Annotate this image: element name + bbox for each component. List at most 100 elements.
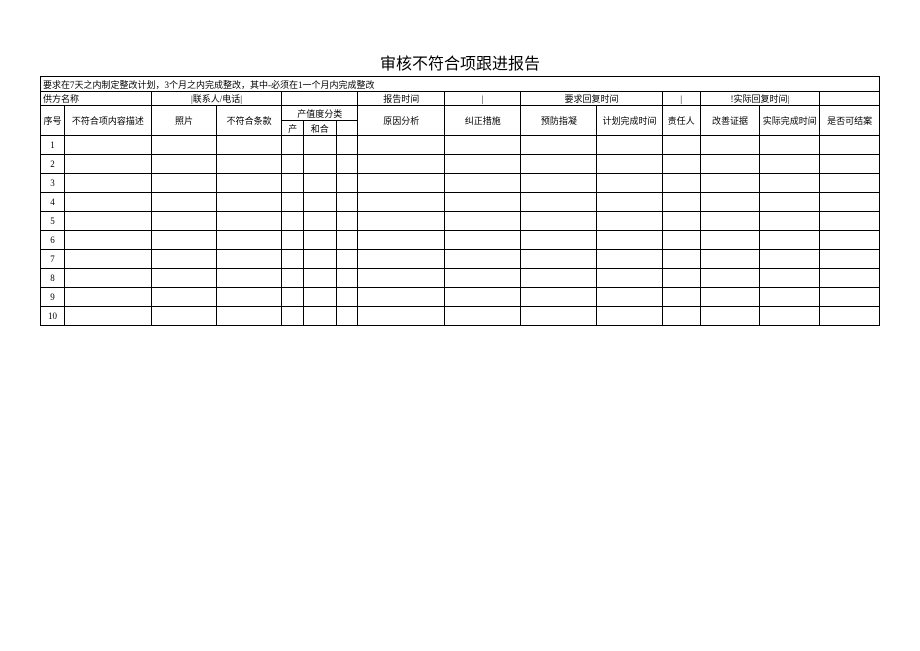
cell (358, 212, 445, 231)
cell (662, 250, 700, 269)
sep2: | (662, 92, 700, 106)
table-row: 7 (41, 250, 880, 269)
cell (597, 174, 662, 193)
cell (700, 155, 760, 174)
cell (217, 155, 282, 174)
sep1: | (445, 92, 521, 106)
cell (820, 193, 880, 212)
table-row: 10 (41, 307, 880, 326)
table-row: 2 (41, 155, 880, 174)
cell (521, 174, 597, 193)
cell (336, 269, 358, 288)
cell-seq: 10 (41, 307, 65, 326)
cell (217, 136, 282, 155)
cell (151, 269, 216, 288)
info-row: 供方名称 |联系人/电话| 报告时间 | 要求回复时间 | !实际回复时间| (41, 92, 880, 106)
table-row: 3 (41, 174, 880, 193)
cell (358, 155, 445, 174)
cell (217, 269, 282, 288)
contact-label: |联系人/电话| (151, 92, 281, 106)
col-photo: 照片 (151, 106, 216, 136)
report-table: 要求在7天之内制定整改计划，3个月之内完成整改，其中-必须在1一个月内完成整改 … (40, 76, 880, 326)
cell (64, 269, 151, 288)
cell (521, 193, 597, 212)
cell (64, 193, 151, 212)
col-actual-time: 实际完成时间 (760, 106, 820, 136)
col-clause: 不符合条款 (217, 106, 282, 136)
cell (151, 288, 216, 307)
col-sev-a: 产 (282, 121, 304, 136)
cell (700, 288, 760, 307)
cell (303, 269, 336, 288)
cell (282, 193, 304, 212)
cell (445, 250, 521, 269)
cell (358, 250, 445, 269)
cell (760, 269, 820, 288)
cell (282, 288, 304, 307)
cell (700, 212, 760, 231)
cell (760, 193, 820, 212)
cell-seq: 3 (41, 174, 65, 193)
cell (282, 231, 304, 250)
cell (64, 212, 151, 231)
cell (64, 288, 151, 307)
note-text: 要求在7天之内制定整改计划，3个月之内完成整改，其中-必须在1一个月内完成整改 (41, 77, 880, 92)
cell (445, 174, 521, 193)
cell (597, 269, 662, 288)
cell (820, 155, 880, 174)
cell (303, 174, 336, 193)
cell (303, 212, 336, 231)
cell-seq: 5 (41, 212, 65, 231)
cell (358, 136, 445, 155)
cell (597, 155, 662, 174)
cell (521, 155, 597, 174)
cell (336, 307, 358, 326)
cell (662, 269, 700, 288)
col-owner: 责任人 (662, 106, 700, 136)
cell (662, 288, 700, 307)
cell (336, 193, 358, 212)
col-corrective: 纠正措施 (445, 106, 521, 136)
cell (662, 231, 700, 250)
cell (445, 269, 521, 288)
cell (358, 307, 445, 326)
col-seq: 序号 (41, 106, 65, 136)
cell (64, 307, 151, 326)
supplier-label: 供方名称 (41, 92, 152, 106)
cell (336, 155, 358, 174)
col-sev-c (336, 121, 358, 136)
cell (358, 288, 445, 307)
col-plan-time: 计划完成时间 (597, 106, 662, 136)
col-evidence: 改善证据 (700, 106, 760, 136)
cell (151, 174, 216, 193)
page: 审核不符合项跟进报告 要求在7天之内制 (0, 0, 920, 651)
table-row: 4 (41, 193, 880, 212)
cell (760, 307, 820, 326)
cell (760, 174, 820, 193)
cell (445, 231, 521, 250)
cell (336, 231, 358, 250)
table-row: 6 (41, 231, 880, 250)
col-preventive: 预防指凝 (521, 106, 597, 136)
cell (64, 136, 151, 155)
table-row: 9 (41, 288, 880, 307)
cell (700, 174, 760, 193)
cell-seq: 7 (41, 250, 65, 269)
cell (282, 136, 304, 155)
cell (597, 231, 662, 250)
cell (282, 155, 304, 174)
report-time-label: 报告时间 (358, 92, 445, 106)
cell (445, 136, 521, 155)
col-sev-b: 和合 (303, 121, 336, 136)
cell (662, 193, 700, 212)
cell (760, 231, 820, 250)
cell (760, 155, 820, 174)
table-row: 5 (41, 212, 880, 231)
cell (358, 193, 445, 212)
cell (282, 307, 304, 326)
cell (217, 250, 282, 269)
cell (700, 136, 760, 155)
actual-reply-value (820, 92, 880, 106)
cell (760, 212, 820, 231)
cell (597, 307, 662, 326)
